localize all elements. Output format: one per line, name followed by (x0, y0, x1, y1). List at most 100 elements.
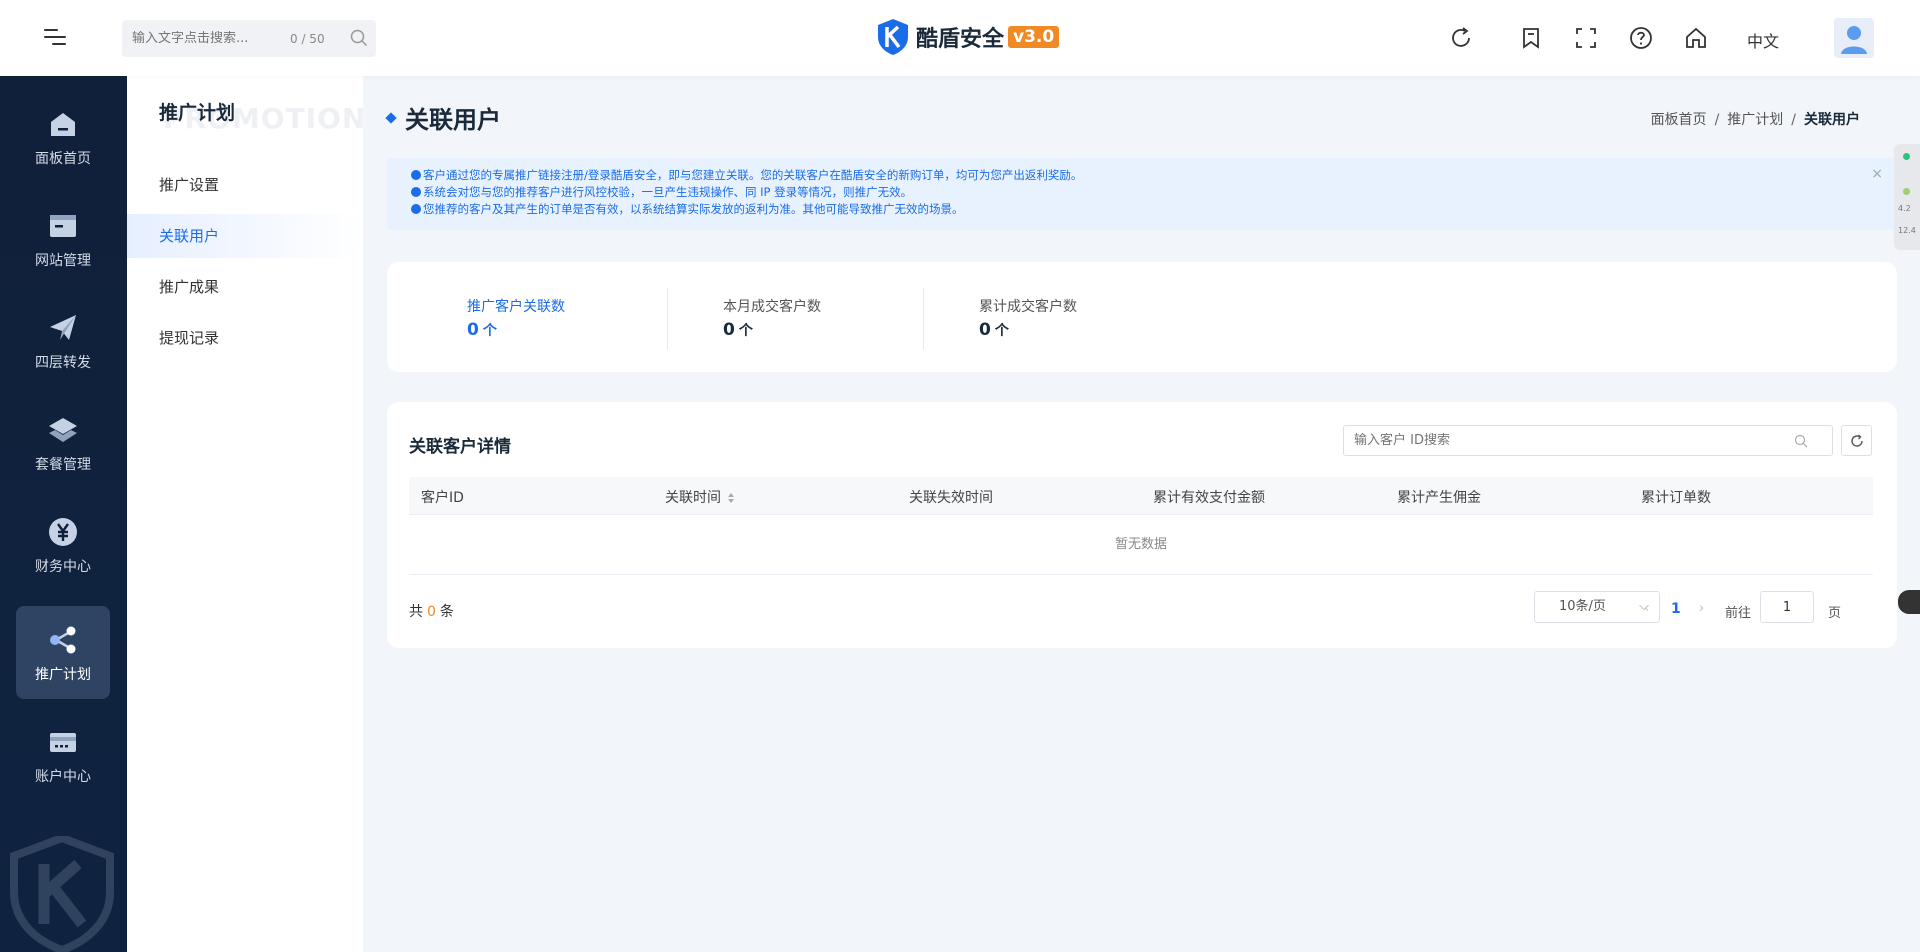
breadcrumb-sep: / (1714, 112, 1720, 128)
sidebar-item-label: 网站管理 (35, 253, 91, 269)
alert-line: 客户通过您的专属推广链接注册/登录酷盾安全，即与您建立关联。您的关联客户在酷盾安… (411, 167, 1873, 184)
stat-value: 0个 (723, 320, 753, 340)
stat-linked-customers: 推广客户关联数 0个 (467, 296, 565, 340)
paper-plane-icon (50, 315, 76, 340)
layers-icon (49, 418, 77, 442)
search-counter: 0 / 50 (290, 31, 325, 46)
home-icon[interactable] (1684, 26, 1708, 50)
global-search-input[interactable] (132, 31, 282, 46)
breadcrumb-current: 关联用户 (1804, 112, 1860, 128)
info-icon (411, 204, 421, 214)
share-icon (50, 626, 76, 654)
language-switch[interactable]: 中文 (1747, 28, 1779, 52)
column-total-paid: 累计有效支付金额 (1153, 490, 1265, 506)
sidebar-item-label: 推广计划 (35, 667, 91, 683)
prev-page-icon[interactable]: ‹ (1644, 601, 1649, 616)
customer-search (1343, 425, 1833, 456)
widget-text: 4.2 (1898, 204, 1911, 213)
info-icon (411, 187, 421, 197)
alert-line: 您推荐的客户及其产生的订单是否有效，以系统结算实际发放的返利为准。其他可能导致推… (411, 201, 1873, 218)
breadcrumb-home[interactable]: 面板首页 (1651, 112, 1707, 128)
bookmark-icon[interactable] (1519, 26, 1543, 50)
sidebar-item-finance[interactable]: 财务中心 (16, 498, 110, 591)
fullscreen-icon[interactable] (1574, 26, 1598, 50)
total-count: 共0条 (409, 604, 454, 620)
version-badge: v3.0 (1008, 26, 1060, 48)
stat-label: 本月成交客户数 (723, 299, 821, 315)
info-alert: 客户通过您的专属推广链接注册/登录酷盾安全，即与您建立关联。您的关联客户在酷盾安… (387, 158, 1897, 230)
column-total-commission: 累计产生佣金 (1397, 490, 1481, 506)
sidebar-item-account[interactable]: 账户中心 (16, 708, 110, 801)
table-header: 客户ID 关联时间 关联失效时间 累计有效支付金额 累计产生佣金 累计订单数 (409, 477, 1873, 515)
main-sidebar: 面板首页 网站管理 四层转发 套餐管理 财务中心 推广计划 账户中心 (0, 76, 127, 952)
sidebar-item-packages[interactable]: 套餐管理 (16, 396, 110, 489)
submenu-item-withdrawals[interactable]: 提现记录 (127, 316, 363, 360)
sidebar-item-label: 套餐管理 (35, 457, 91, 473)
table-title: 关联客户详情 (409, 437, 511, 457)
shield-watermark-icon (10, 836, 114, 952)
alert-text: 系统会对您与您的推荐客户进行风控校验，一旦产生违规操作、同 IP 登录等情况，则… (423, 185, 913, 199)
floating-status-widget[interactable]: 4.2 12.4 (1894, 144, 1920, 250)
stat-divider (923, 288, 924, 350)
stat-monthly-customers: 本月成交客户数 0个 (723, 296, 821, 340)
refresh-icon[interactable] (1449, 26, 1473, 50)
search-icon[interactable] (350, 29, 368, 47)
alert-text: 客户通过您的专属推广链接注册/登录酷盾安全，即与您建立关联。您的关联客户在酷盾安… (423, 168, 1083, 182)
breadcrumb-promotion[interactable]: 推广计划 (1727, 112, 1783, 128)
status-dot-icon (1903, 153, 1910, 160)
column-customer-id: 客户ID (421, 490, 464, 506)
submenu-item-settings[interactable]: 推广设置 (127, 163, 363, 207)
house-icon (51, 113, 75, 136)
global-search: 0 / 50 (122, 20, 376, 57)
table-refresh-button[interactable] (1841, 425, 1872, 456)
sidebar-item-websites[interactable]: 网站管理 (16, 192, 110, 285)
page-number[interactable]: 1 (1671, 601, 1681, 617)
customer-search-input[interactable] (1354, 433, 1794, 448)
sidebar-item-label: 账户中心 (35, 769, 91, 785)
page-title: 关联用户 (405, 106, 501, 134)
brand: 酷盾安全 v3.0 (876, 18, 1060, 56)
info-icon (411, 170, 421, 180)
sidebar-item-dashboard[interactable]: 面板首页 (16, 90, 110, 183)
diamond-icon (385, 111, 397, 124)
search-icon[interactable] (1794, 434, 1808, 448)
alert-text: 您推荐的客户及其产生的订单是否有效，以系统结算实际发放的返利为准。其他可能导致推… (423, 202, 964, 216)
submenu-title: 推广计划 (159, 102, 236, 124)
avatar[interactable] (1834, 18, 1874, 58)
page-size-select[interactable]: 10条/页 ⌵ (1534, 591, 1660, 623)
menu-toggle-icon[interactable] (44, 28, 68, 48)
assistant-robot-icon[interactable] (1898, 590, 1920, 614)
sidebar-item-label: 财务中心 (35, 559, 91, 575)
alert-close-icon[interactable]: × (1871, 166, 1883, 182)
goto-suffix: 页 (1828, 606, 1842, 621)
stat-label: 推广客户关联数 (467, 299, 565, 315)
sidebar-item-label: 四层转发 (35, 355, 91, 371)
sidebar-item-promotion[interactable]: 推广计划 (16, 606, 110, 699)
wallet-icon (50, 733, 76, 752)
page-header: 关联用户 (385, 100, 501, 135)
next-page-icon[interactable]: › (1699, 601, 1704, 616)
breadcrumb: 面板首页 / 推广计划 / 关联用户 (1651, 109, 1860, 129)
stat-label: 累计成交客户数 (979, 299, 1077, 315)
brand-name: 酷盾安全 (916, 27, 1005, 52)
stat-value: 0个 (979, 320, 1009, 340)
customer-table-card: 关联客户详情 客户ID 关联时间 关联失效时间 累计有效支付金额 累计产生佣金 … (387, 402, 1897, 648)
sidebar-item-label: 面板首页 (35, 151, 91, 167)
goto-page-input[interactable] (1760, 591, 1814, 623)
submenu-item-linked-users[interactable]: 关联用户 (127, 214, 363, 258)
sidebar-item-l4-forward[interactable]: 四层转发 (16, 294, 110, 387)
stat-total-customers: 累计成交客户数 0个 (979, 296, 1077, 340)
stats-card: 推广客户关联数 0个 本月成交客户数 0个 累计成交客户数 0个 (387, 262, 1897, 372)
sort-icon[interactable] (727, 492, 735, 504)
stat-value: 0个 (467, 320, 497, 340)
browser-icon (50, 215, 76, 237)
column-link-time[interactable]: 关联时间 (665, 487, 735, 507)
alert-line: 系统会对您与您的推荐客户进行风控校验，一旦产生违规操作、同 IP 登录等情况，则… (411, 184, 1873, 201)
status-dot-icon (1903, 188, 1910, 195)
goto-label: 前往 (1725, 606, 1752, 621)
help-icon[interactable] (1629, 26, 1653, 50)
column-expire-time: 关联失效时间 (909, 490, 993, 506)
submenu-item-results[interactable]: 推广成果 (127, 265, 363, 309)
top-header: 0 / 50 酷盾安全 v3.0 中文 (0, 0, 1920, 76)
column-total-orders: 累计订单数 (1641, 490, 1711, 506)
